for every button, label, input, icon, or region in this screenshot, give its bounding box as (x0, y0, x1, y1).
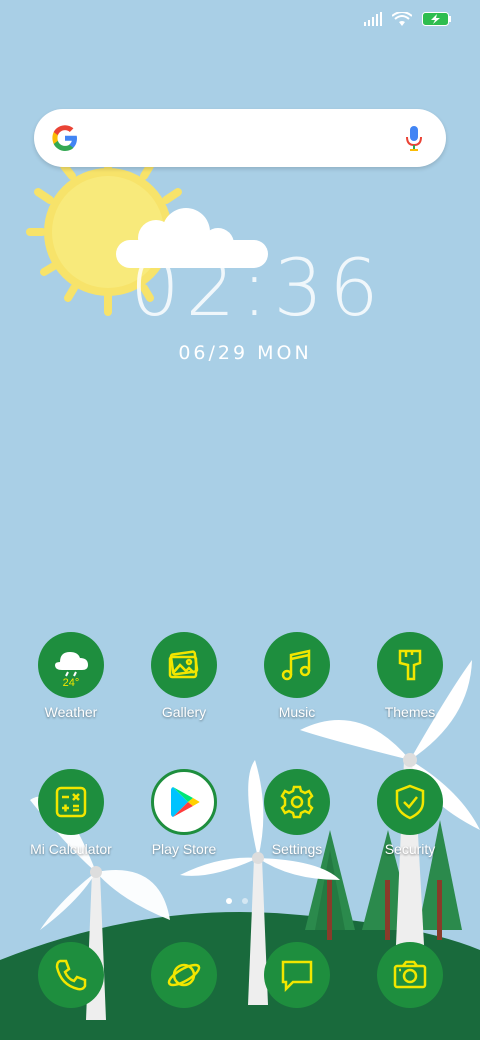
page-indicator[interactable] (226, 898, 248, 904)
app-music[interactable]: Music (237, 632, 357, 720)
app-label: Mi Calculator (30, 841, 112, 857)
app-label: Themes (384, 704, 436, 720)
app-settings[interactable]: Settings (237, 769, 357, 857)
planet-icon (167, 963, 201, 987)
calculator-icon (55, 786, 87, 818)
gear-icon (280, 785, 314, 819)
clock-date: 06/29 MON (178, 342, 312, 364)
app-label: Music (278, 704, 316, 720)
dock-phone[interactable] (11, 942, 131, 1008)
page-dot-active[interactable] (226, 898, 232, 904)
app-gallery[interactable]: Gallery (124, 632, 244, 720)
weather-temp: 24° (63, 677, 80, 689)
app-mi-calculator[interactable]: Mi Calculator (11, 769, 131, 857)
weather-rain-cloud-icon: 24° (55, 652, 88, 689)
dock-browser[interactable] (124, 942, 244, 1008)
signal-icon (364, 12, 382, 26)
wifi-icon (392, 12, 412, 26)
app-label: Weather (44, 704, 98, 720)
gallery-icon (168, 650, 199, 679)
app-label: Gallery (161, 704, 207, 720)
message-icon (281, 960, 313, 993)
mic-icon[interactable] (404, 124, 424, 152)
music-note-icon (281, 649, 311, 681)
dock-camera[interactable] (350, 942, 470, 1008)
shield-check-icon (395, 784, 425, 820)
dock-messages[interactable] (237, 942, 357, 1008)
app-themes[interactable]: Themes (350, 632, 470, 720)
app-label: Settings (271, 841, 323, 857)
app-play-store[interactable]: Play Store (124, 769, 244, 857)
status-bar (364, 12, 452, 26)
google-search-bar[interactable] (34, 109, 446, 167)
clock-time[interactable]: 02:36 (130, 244, 379, 334)
app-label: Play Store (151, 841, 217, 857)
camera-icon (393, 960, 427, 989)
app-security[interactable]: Security (350, 769, 470, 857)
app-label: Security (384, 841, 436, 857)
phone-icon (55, 959, 87, 991)
app-weather[interactable]: 24° Weather (11, 632, 131, 720)
play-store-icon (171, 787, 200, 817)
page-dot[interactable] (242, 898, 248, 904)
paint-brush-icon (398, 649, 422, 681)
battery-charging-icon (422, 12, 451, 26)
google-logo (52, 125, 77, 151)
